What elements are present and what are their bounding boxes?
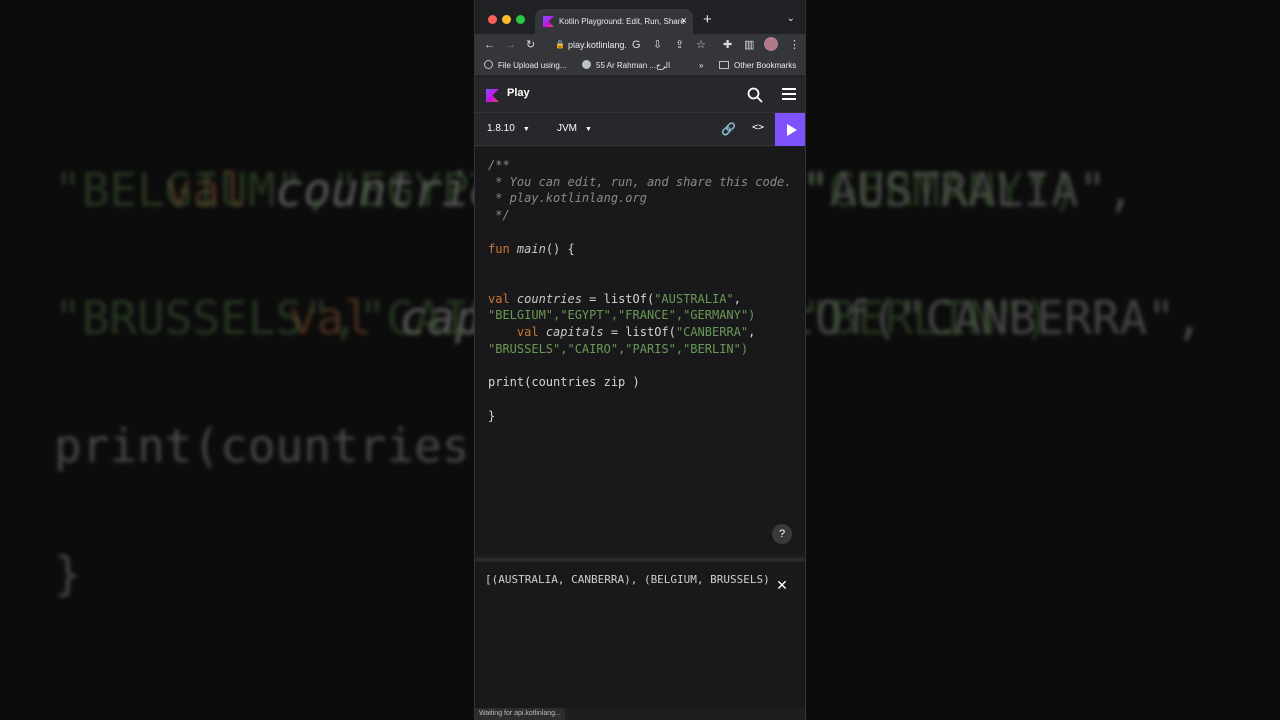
caret-down-icon: ▼	[522, 126, 530, 133]
play-icon	[787, 124, 797, 136]
minimize-window-button[interactable]	[502, 15, 511, 24]
keyword: val	[488, 291, 510, 306]
comment-line: */	[488, 208, 510, 223]
identifier: capitals	[545, 325, 604, 340]
share-icon[interactable]: ⇪	[675, 37, 684, 53]
browser-tab[interactable]: Kotlin Playground: Edit, Run, Share ×	[535, 9, 693, 34]
share-link-icon[interactable]: 🔗	[721, 122, 736, 136]
kotlin-favicon-icon	[543, 16, 554, 27]
extensions-puzzle-icon[interactable]: ✚	[723, 37, 732, 53]
embed-code-icon[interactable]: <>	[752, 122, 764, 133]
close-window-button[interactable]	[488, 15, 497, 24]
reload-icon[interactable]: ↻	[526, 37, 535, 53]
search-icon[interactable]	[747, 87, 763, 103]
tab-title: Kotlin Playground: Edit, Run, Share	[559, 17, 685, 26]
function-name: main	[516, 241, 546, 256]
version-value: 1.8.10	[487, 123, 515, 134]
profile-avatar-icon[interactable]	[764, 37, 778, 51]
status-bar: Waiting for api.kotlinlang...	[475, 708, 565, 720]
playground-controls: 1.8.10 ▼ JVM ▼ 🔗 <>	[475, 113, 805, 146]
code-editor[interactable]: /** * You can edit, run, and share this …	[475, 147, 805, 555]
run-button[interactable]	[775, 113, 805, 146]
bookmarks-bar: File Upload using... 55 Ar Rahman ...الر…	[475, 56, 805, 76]
output-panel: [(AUSTRALIA, CANBERRA), (BELGIUM, BRUSSE…	[475, 558, 805, 708]
code-text: () {	[545, 241, 575, 256]
code-content[interactable]: /** * You can edit, run, and share this …	[488, 157, 791, 424]
target-value: JVM	[557, 123, 577, 134]
browser-window: Kotlin Playground: Edit, Run, Share × + …	[474, 0, 806, 720]
string-literal: "AUSTRALIA"	[654, 291, 734, 306]
tab-strip: Kotlin Playground: Edit, Run, Share × + …	[475, 0, 805, 34]
bookmark-item[interactable]: 55 Ar Rahman ...الرح	[582, 56, 670, 76]
maximize-window-button[interactable]	[516, 15, 525, 24]
back-arrow-icon[interactable]: ←	[484, 37, 495, 53]
tab-close-icon[interactable]: ×	[681, 9, 687, 34]
site-icon	[582, 60, 591, 69]
lock-icon: 🔒	[555, 40, 565, 49]
code-text: = listOf(	[581, 291, 655, 306]
string-literal: "BELGIUM","EGYPT","FRANCE","GERMANY")	[488, 308, 756, 323]
bookmark-label: 55 Ar Rahman ...الرح	[596, 61, 671, 70]
output-text: [(AUSTRALIA, CANBERRA), (BELGIUM, BRUSSE…	[485, 573, 777, 586]
string-literal: "BRUSSELS","CAIRO","PARIS","BERLIN")	[488, 341, 749, 356]
bookmark-item[interactable]: File Upload using...	[484, 56, 566, 76]
keyword: val	[516, 325, 539, 340]
target-select[interactable]: JVM ▼	[557, 123, 592, 134]
help-button[interactable]: ?	[772, 524, 792, 544]
google-lens-icon[interactable]: G	[632, 37, 641, 53]
kebab-menu-icon[interactable]: ⋮	[789, 37, 800, 53]
install-app-icon[interactable]: ⇩	[653, 37, 662, 53]
globe-icon	[484, 60, 493, 69]
folder-icon	[719, 61, 729, 69]
identifier: countries	[516, 291, 582, 306]
hamburger-menu-icon[interactable]	[782, 88, 796, 102]
other-bookmarks[interactable]: Other Bookmarks	[719, 56, 796, 76]
side-panel-icon[interactable]: ▥	[744, 37, 754, 53]
version-select[interactable]: 1.8.10 ▼	[487, 123, 530, 134]
browser-toolbar: ← → ↻ 🔒 play.kotlinlang.org G ⇩ ⇪ ☆ ✚ ▥ …	[475, 34, 805, 56]
bookmark-label: File Upload using...	[498, 61, 567, 70]
caret-down-icon: ▼	[585, 126, 592, 133]
comment-line: /**	[488, 158, 510, 172]
code-text: = listOf(	[603, 325, 676, 340]
string-literal: "CANBERRA"	[675, 325, 749, 340]
keyword: fun	[488, 241, 510, 256]
close-output-icon[interactable]: ✕	[771, 574, 793, 596]
code-text: print(countries zip )	[488, 375, 640, 390]
new-tab-button[interactable]: +	[703, 12, 712, 27]
bg-line6: }	[54, 547, 82, 601]
comment-line: * play.kotlinlang.org	[488, 191, 647, 206]
playground-header: Play	[475, 77, 805, 113]
code-text: }	[488, 408, 496, 423]
forward-arrow-icon[interactable]: →	[505, 37, 516, 53]
star-bookmark-icon[interactable]: ☆	[696, 37, 706, 53]
bookmarks-overflow-button[interactable]: »	[699, 56, 703, 76]
comment-line: * You can edit, run, and share this code…	[488, 174, 792, 189]
other-bookmarks-label: Other Bookmarks	[734, 61, 797, 70]
address-text: play.kotlinlang.org	[568, 40, 627, 50]
address-bar[interactable]: 🔒 play.kotlinlang.org	[543, 36, 627, 54]
page-title[interactable]: Play	[507, 87, 530, 99]
kotlin-logo-icon[interactable]	[486, 89, 499, 102]
tab-search-chevron-icon[interactable]: ⌄	[787, 13, 795, 24]
